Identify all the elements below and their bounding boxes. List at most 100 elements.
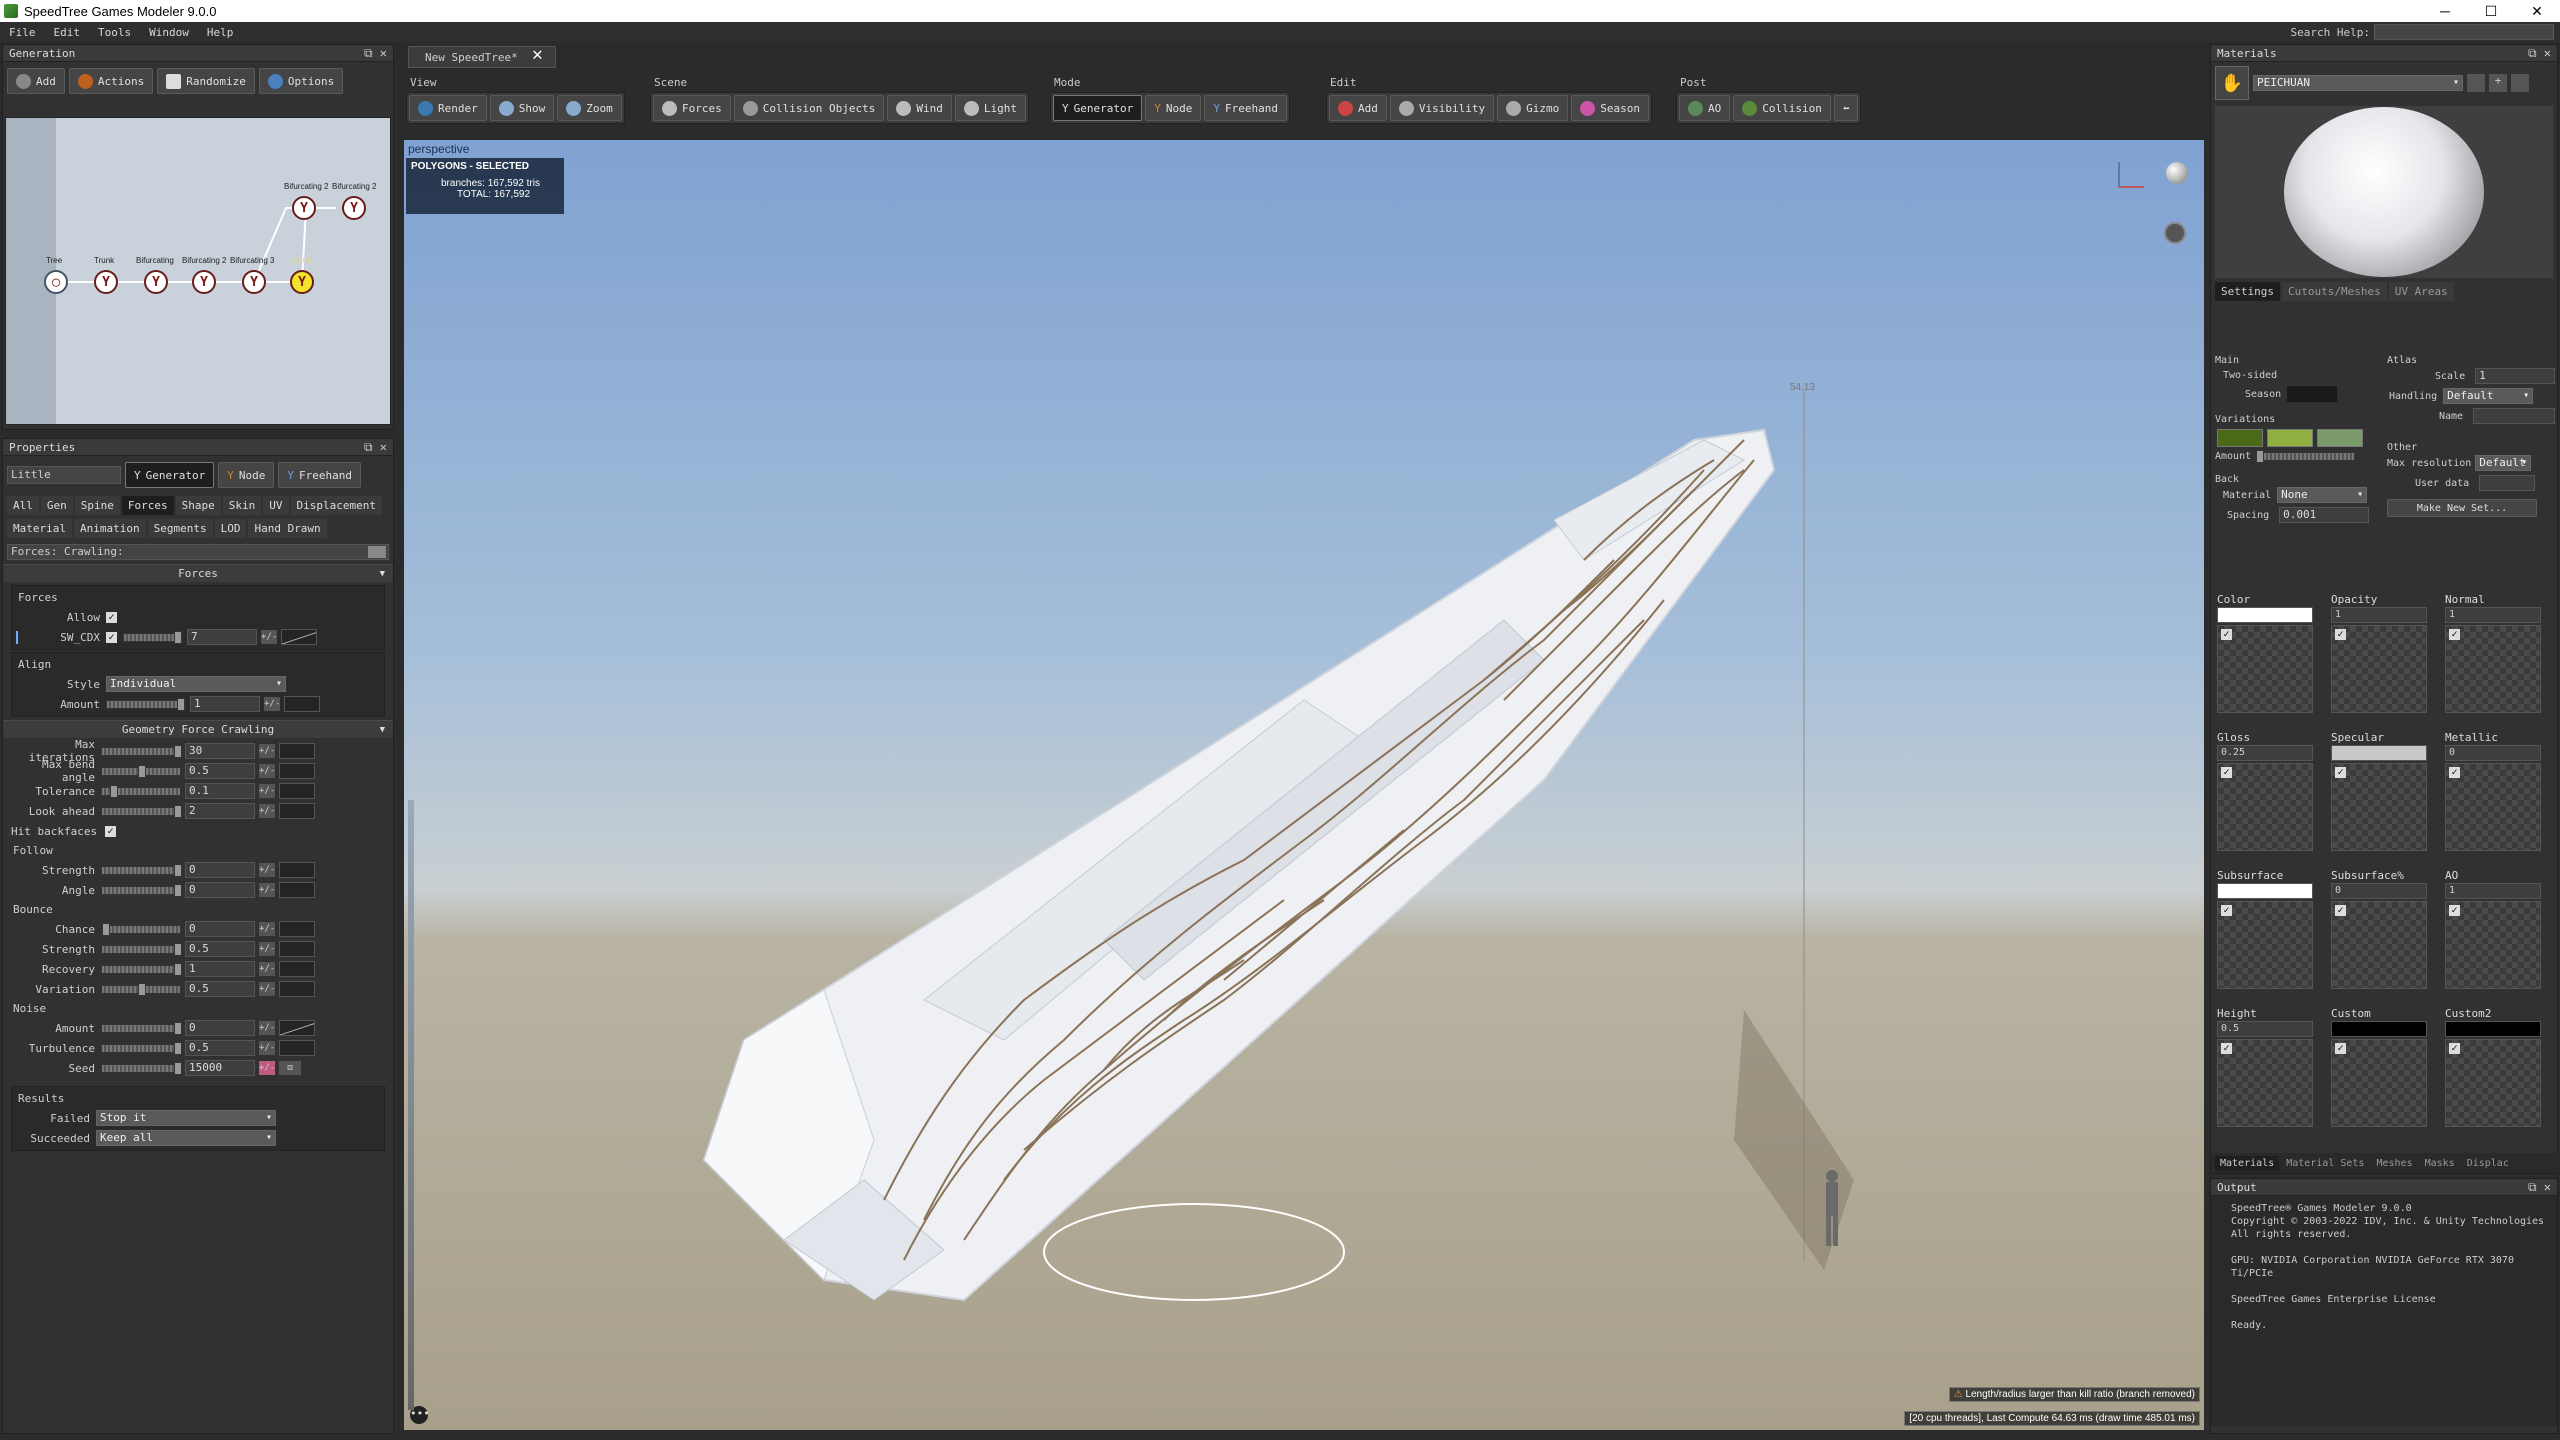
look-ahead-slider[interactable] [101,804,182,818]
map-subsurface-percent[interactable]: Subsurface% 0 ✓ [2331,869,2427,989]
bifurcating-2-node[interactable]: Y [192,270,216,294]
tab-materials[interactable]: Materials [2215,1155,2280,1171]
warning-status[interactable]: ⚠ Length/radius larger than kill ratio (… [1948,1387,2200,1402]
noise-amount-value[interactable]: 0 [185,1020,255,1036]
make-new-set-button[interactable]: Make New Set... [2387,499,2537,517]
map-ao-value[interactable]: 1 [2445,883,2541,899]
follow-angle-curve[interactable] [279,882,315,898]
map-custom2-texture[interactable]: ✓ [2445,1039,2541,1127]
render-button[interactable]: Render [409,95,487,121]
node-mode-button[interactable]: Y Node [1145,95,1202,121]
map-normal-value[interactable]: 1 [2445,607,2541,623]
follow-angle-randomize[interactable]: +/- [259,883,275,897]
two-sided-checkbox[interactable] [2281,369,2293,381]
forces-section-header[interactable]: Forces ▼ [3,564,393,582]
map-custom2[interactable]: Custom2 ✓ [2445,1007,2541,1127]
bounce-variation-randomize[interactable]: +/- [259,982,275,996]
map-height-value[interactable]: 0.5 [2217,1021,2313,1037]
map-gloss[interactable]: Gloss 0.25 ✓ [2217,731,2313,851]
map-specular-swatch[interactable] [2331,745,2427,761]
bounce-variation-slider[interactable] [101,982,181,996]
tab-spine[interactable]: Spine [74,496,120,515]
bounce-chance-value[interactable]: 0 [185,921,255,937]
menu-tools[interactable]: Tools [89,26,140,39]
map-ao-texture[interactable]: ✓ [2445,901,2541,989]
bounce-strength-value[interactable]: 0.5 [185,941,255,957]
bifurcating-2b-node[interactable]: Y [292,196,316,220]
tree-root-node[interactable]: ◯ [44,270,68,294]
turbulence-slider[interactable] [101,1041,182,1055]
variation-swatch-1[interactable] [2217,429,2263,447]
noise-amount-slider[interactable] [101,1021,182,1035]
align-amount-value[interactable]: 1 [190,696,260,712]
bounce-recovery-randomize[interactable]: +/- [259,962,275,976]
tolerance-value[interactable]: 0.1 [185,783,255,799]
season-button[interactable]: Season [1571,95,1649,121]
bounce-recovery-curve[interactable] [279,961,315,977]
show-button[interactable]: Show [489,95,555,121]
follow-angle-value[interactable]: 0 [185,882,255,898]
new-material-icon[interactable]: + [2489,74,2507,92]
seed-value[interactable]: 15000 [185,1060,255,1076]
geometry-crawling-header[interactable]: Geometry Force Crawling ▼ [3,720,393,738]
follow-strength-slider[interactable] [101,863,182,877]
back-material-dropdown[interactable]: None [2277,487,2368,503]
tab-skin[interactable]: Skin [222,496,262,515]
season-swatch[interactable] [2287,386,2338,402]
bounce-chance-slider[interactable] [101,922,181,936]
noise-amount-randomize[interactable]: +/- [259,1021,275,1035]
tab-lod[interactable]: LOD [214,519,247,538]
tab-shape[interactable]: Shape [175,496,221,515]
look-ahead-randomize[interactable]: +/- [259,804,275,818]
look-ahead-value[interactable]: 2 [185,803,255,819]
menu-help[interactable]: Help [198,26,243,39]
mode-node-button[interactable]: Y Node [218,462,275,488]
map-metallic-value[interactable]: 0 [2445,745,2541,761]
tab-material[interactable]: Material [7,519,72,538]
allow-checkbox[interactable]: ✓ [106,611,117,623]
map-height-texture[interactable]: ✓ [2217,1039,2313,1127]
tab-cutouts-meshes[interactable]: Cutouts/Meshes [2281,282,2387,301]
edit-add-button[interactable]: Add [1329,95,1387,121]
max-bend-slider[interactable] [101,764,181,778]
max-iterations-curve[interactable] [279,743,315,759]
map-subsurface[interactable]: Subsurface ✓ [2217,869,2313,989]
delete-material-icon[interactable] [2511,74,2529,92]
map-custom[interactable]: Custom ✓ [2331,1007,2427,1127]
map-custom2-swatch[interactable] [2445,1021,2541,1037]
map-specular-texture[interactable]: ✓ [2331,763,2427,851]
align-amount-randomize[interactable]: +/- [264,697,280,711]
failed-dropdown[interactable]: Stop it [96,1110,276,1126]
sw-cdx-randomize[interactable]: +/- [261,630,277,644]
tab-gen[interactable]: Gen [40,496,73,515]
menu-file[interactable]: File [0,26,45,39]
tab-uv[interactable]: UV [263,496,289,515]
collision-button[interactable]: Collision [1733,95,1831,121]
properties-close-icon[interactable]: ⧉ ✕ [364,440,387,455]
material-name-dropdown[interactable]: PEICHUAN [2253,75,2463,91]
tab-all[interactable]: All [7,496,39,515]
bifurcating-3-node[interactable]: Y [242,270,266,294]
tab-material-sets[interactable]: Material Sets [2281,1156,2369,1171]
max-iterations-slider[interactable] [101,744,182,758]
map-subsurface-percent-texture[interactable]: ✓ [2331,901,2427,989]
clear-filter-icon[interactable] [368,546,386,558]
light-button[interactable]: Light [954,95,1026,121]
bifurcating-2c-node[interactable]: Y [342,196,366,220]
follow-angle-slider[interactable] [101,883,182,897]
sw-cdx-slider[interactable] [123,630,183,644]
gen-add-button[interactable]: Add [7,68,65,94]
turbulence-curve[interactable] [279,1040,315,1056]
close-tab-icon[interactable]: ✕ [532,44,543,65]
turbulence-value[interactable]: 0.5 [185,1040,255,1056]
close-window-button[interactable]: ✕ [2514,0,2560,22]
search-help-input[interactable] [2374,24,2554,40]
follow-strength-value[interactable]: 0 [185,862,255,878]
max-bend-randomize[interactable]: +/- [259,764,275,778]
variation-swatch-3[interactable] [2317,429,2363,447]
map-color-texture[interactable]: ✓ [2217,625,2313,713]
bounce-variation-value[interactable]: 0.5 [185,981,255,997]
gizmo-button[interactable]: Gizmo [1497,95,1569,121]
tab-meshes[interactable]: Meshes [2371,1156,2417,1171]
bounce-strength-slider[interactable] [101,942,182,956]
